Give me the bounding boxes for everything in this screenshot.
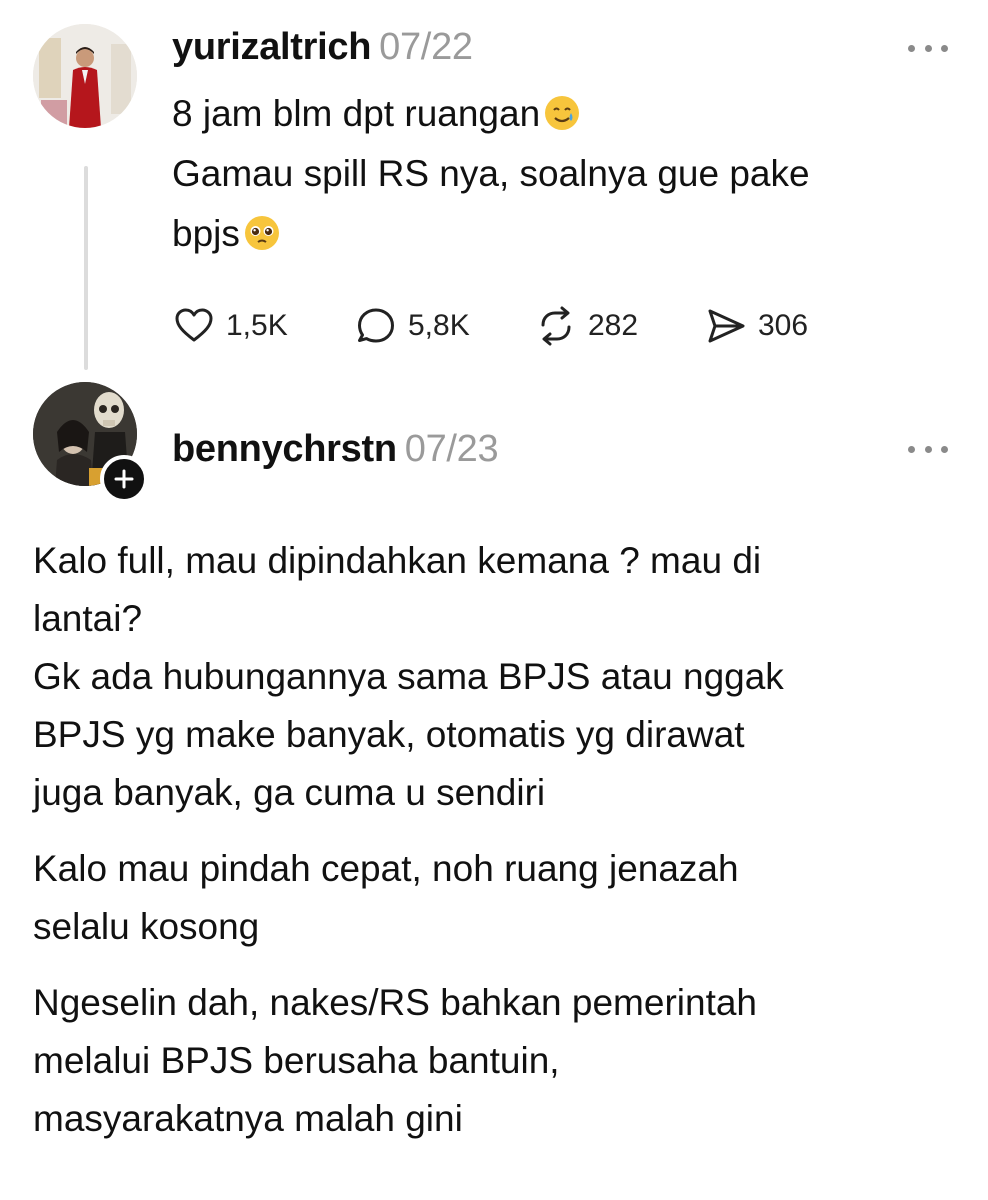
thread-connector-line	[84, 166, 88, 370]
like-count: 1,5K	[226, 309, 288, 342]
post-paragraph: Ngeselin dah, nakes/RS bahkan pemerintah…	[33, 974, 953, 1148]
post-text-line: Kalo full, mau dipindahkan kemana ? mau …	[33, 540, 762, 581]
post-paragraph: Kalo full, mau dipindahkan kemana ? mau …	[33, 532, 953, 822]
post-text-line: Gk ada hubungannya sama BPJS atau nggak	[33, 656, 784, 697]
username[interactable]: bennychrstn	[172, 428, 397, 470]
reply-count: 5,8K	[408, 309, 470, 342]
post-text-line: masyarakatnya malah gini	[33, 1098, 463, 1139]
post-text: 8 jam blm dpt ruangan Gamau spill RS nya…	[172, 84, 932, 264]
post-text-line: bpjs	[172, 204, 932, 264]
repost-count: 282	[588, 309, 639, 342]
post-yurizaltrich: yurizaltrich 07/22 8 jam blm dpt ruangan …	[0, 0, 988, 380]
post-text-line: Ngeselin dah, nakes/RS bahkan pemerintah	[33, 982, 758, 1023]
heart-icon	[175, 308, 213, 342]
post-actions: 1,5K 5,8K 282 306	[172, 304, 808, 348]
post-text-line: Kalo mau pindah cepat, noh ruang jenazah	[33, 848, 739, 889]
post-text-line: BPJS yg make banyak, otomatis yg dirawat	[33, 714, 745, 755]
post-date: 07/23	[404, 428, 499, 470]
pleading-face-icon	[244, 216, 279, 250]
threads-page: yurizaltrich 07/22 8 jam blm dpt ruangan …	[0, 0, 988, 1200]
post-text-line: 8 jam blm dpt ruangan	[172, 84, 932, 144]
post-text: Kalo full, mau dipindahkan kemana ? mau …	[33, 532, 953, 1166]
more-options-icon[interactable]	[908, 42, 948, 54]
comment-icon	[358, 308, 394, 343]
repost-icon	[541, 306, 571, 346]
send-icon	[708, 309, 745, 343]
post-text-line: selalu kosong	[33, 906, 260, 947]
post-text-line: melalui BPJS berusaha bantuin,	[33, 1040, 560, 1081]
post-header: yurizaltrich 07/22	[172, 26, 473, 69]
avatar[interactable]	[33, 24, 137, 128]
repost-button[interactable]: 282	[534, 304, 704, 348]
post-paragraph: Kalo mau pindah cepat, noh ruang jenazah…	[33, 840, 953, 956]
follow-plus-icon[interactable]	[100, 455, 148, 503]
post-text-line: Gamau spill RS nya, soalnya gue pake	[172, 153, 810, 194]
username[interactable]: yurizaltrich	[172, 26, 371, 68]
post-text-line: juga banyak, ga cuma u sendiri	[33, 772, 546, 813]
like-button[interactable]: 1,5K	[172, 304, 354, 348]
smiling-face-with-tear-icon	[545, 96, 580, 130]
post-text-line: lantai?	[33, 598, 143, 639]
post-header: bennychrstn 07/23	[172, 428, 499, 471]
post-date: 07/22	[379, 26, 473, 68]
share-count: 306	[758, 309, 809, 342]
share-button[interactable]: 306	[704, 304, 808, 348]
reply-button[interactable]: 5,8K	[354, 304, 534, 348]
more-options-icon[interactable]	[908, 443, 948, 455]
